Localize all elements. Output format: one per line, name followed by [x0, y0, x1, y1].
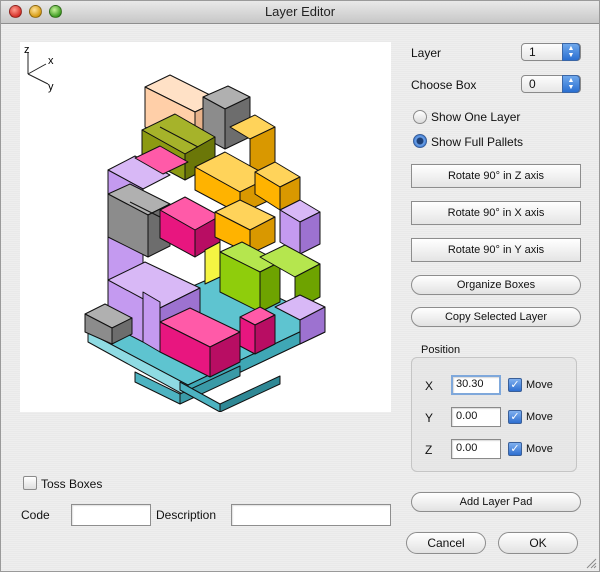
rotate-x-button[interactable]: Rotate 90° in X axis: [411, 201, 581, 225]
position-x-label: X: [425, 379, 434, 393]
rotate-z-button[interactable]: Rotate 90° in Z axis: [411, 164, 581, 188]
move-x-checkbox[interactable]: ✓: [508, 378, 522, 392]
layer-label: Layer: [411, 46, 442, 60]
toss-boxes-checkbox[interactable]: [23, 476, 37, 490]
axis-x-label: x: [48, 55, 54, 67]
show-one-layer-radio[interactable]: [413, 110, 427, 124]
pallet-3d-view[interactable]: z x y: [20, 42, 391, 412]
move-z-label: Move: [526, 443, 553, 455]
position-z-label: Z: [425, 443, 433, 457]
position-x-field[interactable]: 30.30: [451, 375, 501, 395]
show-full-pallets-label: Show Full Pallets: [431, 135, 524, 149]
description-field[interactable]: [231, 504, 391, 526]
position-y-label: Y: [425, 411, 434, 425]
cancel-button[interactable]: Cancel: [406, 532, 486, 554]
description-label: Description: [156, 508, 217, 522]
axis-indicator: [27, 52, 49, 85]
add-layer-pad-button[interactable]: Add Layer Pad: [411, 492, 581, 512]
choose-box-select[interactable]: 0 ▲ ▼: [521, 75, 581, 93]
pallet-render: [84, 74, 326, 412]
position-z-field[interactable]: 0.00: [451, 439, 501, 459]
title-bar[interactable]: Layer Editor: [1, 1, 599, 24]
code-field[interactable]: [71, 504, 151, 526]
choose-box-label: Choose Box: [411, 78, 477, 92]
move-y-label: Move: [526, 411, 553, 423]
move-z-checkbox[interactable]: ✓: [508, 442, 522, 456]
resize-grip-icon[interactable]: [586, 558, 597, 569]
move-x-label: Move: [526, 379, 553, 391]
window-title: Layer Editor: [264, 4, 336, 19]
choose-box-stepper-icon[interactable]: ▲ ▼: [562, 75, 580, 93]
toss-boxes-label: Toss Boxes: [41, 477, 103, 491]
axis-z-label: z: [24, 44, 30, 56]
rotate-y-button[interactable]: Rotate 90° in Y axis: [411, 238, 581, 262]
choose-box-value: 0: [529, 77, 536, 91]
axis-y-label: y: [48, 81, 54, 93]
show-one-layer-label: Show One Layer: [431, 110, 521, 124]
show-full-pallets-radio[interactable]: [413, 134, 427, 148]
layer-value: 1: [529, 45, 536, 59]
layer-select[interactable]: 1 ▲ ▼: [521, 43, 581, 61]
position-group-title: Position: [421, 344, 461, 356]
move-y-checkbox[interactable]: ✓: [508, 410, 522, 424]
layer-stepper-icon[interactable]: ▲ ▼: [562, 43, 580, 61]
layer-editor-window: Layer Editor z x y Layer 1 ▲ ▼ Choose Bo…: [0, 0, 600, 572]
copy-selected-layer-button[interactable]: Copy Selected Layer: [411, 307, 581, 327]
code-label: Code: [21, 508, 50, 522]
organize-boxes-button[interactable]: Organize Boxes: [411, 275, 581, 295]
ok-button[interactable]: OK: [498, 532, 578, 554]
position-y-field[interactable]: 0.00: [451, 407, 501, 427]
